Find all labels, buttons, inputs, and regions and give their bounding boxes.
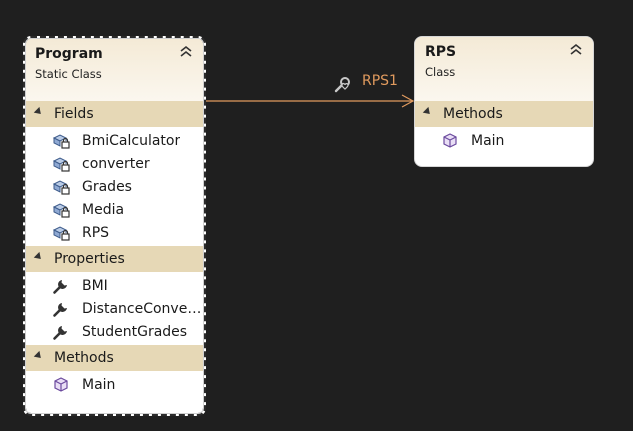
association-label[interactable]: RPS1 — [362, 73, 398, 89]
section-title: Methods — [443, 106, 503, 122]
method-cube-icon — [443, 132, 457, 148]
field-item[interactable]: RPS — [26, 221, 203, 244]
field-item[interactable]: converter — [26, 152, 203, 175]
class-stereotype: Class — [425, 65, 456, 79]
section-header-fields[interactable]: Fields — [26, 101, 203, 127]
fields-list: BmiCalculator converter Grades Media RPS — [26, 127, 203, 246]
collapse-chevron-icon[interactable] — [179, 45, 193, 57]
field-label: Media — [82, 201, 125, 218]
class-name: RPS — [425, 44, 457, 60]
property-item[interactable]: DistanceConver... — [26, 297, 203, 320]
program-class-shape[interactable]: Program Static Class Fields BmiCalculato… — [23, 36, 206, 416]
field-item[interactable]: Media — [26, 198, 203, 221]
wrench-icon — [53, 325, 67, 340]
section-title: Properties — [54, 251, 125, 267]
method-label: Main — [471, 132, 505, 149]
method-item[interactable]: Main — [26, 373, 203, 396]
property-label: DistanceConver... — [82, 300, 202, 317]
method-label: Main — [82, 376, 116, 393]
class-name: Program — [35, 46, 103, 62]
class-diagram-canvas[interactable]: RPS1 Program Static Class Fields BmiCalc… — [0, 0, 633, 431]
wrench-icon — [53, 302, 67, 317]
field-lock-icon — [52, 133, 70, 149]
field-label: Grades — [82, 178, 132, 195]
property-item[interactable]: StudentGrades — [26, 320, 203, 343]
expand-triangle-icon[interactable] — [33, 106, 44, 117]
method-item[interactable]: Main — [415, 129, 593, 152]
rps-class-shape[interactable]: RPS Class Methods Main — [414, 36, 594, 167]
field-item[interactable]: Grades — [26, 175, 203, 198]
class-header[interactable]: RPS Class — [415, 37, 593, 101]
methods-list: Main — [415, 127, 593, 154]
property-label: BMI — [82, 277, 108, 294]
field-label: BmiCalculator — [82, 132, 181, 149]
field-lock-icon — [52, 225, 70, 241]
class-header[interactable]: Program Static Class — [26, 39, 203, 101]
properties-list: BMI DistanceConver... StudentGrades — [26, 272, 203, 345]
methods-list: Main — [26, 371, 203, 398]
expand-triangle-icon[interactable] — [33, 350, 44, 361]
class-stereotype: Static Class — [35, 67, 102, 81]
expand-triangle-icon[interactable] — [422, 106, 433, 117]
section-header-properties[interactable]: Properties — [26, 246, 203, 272]
property-item[interactable]: BMI — [26, 274, 203, 297]
section-header-methods[interactable]: Methods — [26, 345, 203, 371]
field-lock-icon — [52, 156, 70, 172]
collapse-chevron-icon[interactable] — [569, 43, 583, 55]
wrench-heart-icon — [334, 77, 350, 93]
expand-triangle-icon[interactable] — [33, 251, 44, 262]
section-header-methods[interactable]: Methods — [415, 101, 593, 127]
wrench-icon — [53, 279, 67, 294]
section-title: Methods — [54, 350, 114, 366]
section-title: Fields — [54, 106, 94, 122]
field-label: RPS — [82, 224, 110, 241]
field-item[interactable]: BmiCalculator — [26, 129, 203, 152]
field-label: converter — [82, 155, 150, 172]
field-lock-icon — [52, 179, 70, 195]
field-lock-icon — [52, 202, 70, 218]
property-label: StudentGrades — [82, 323, 188, 340]
method-cube-icon — [54, 376, 68, 392]
